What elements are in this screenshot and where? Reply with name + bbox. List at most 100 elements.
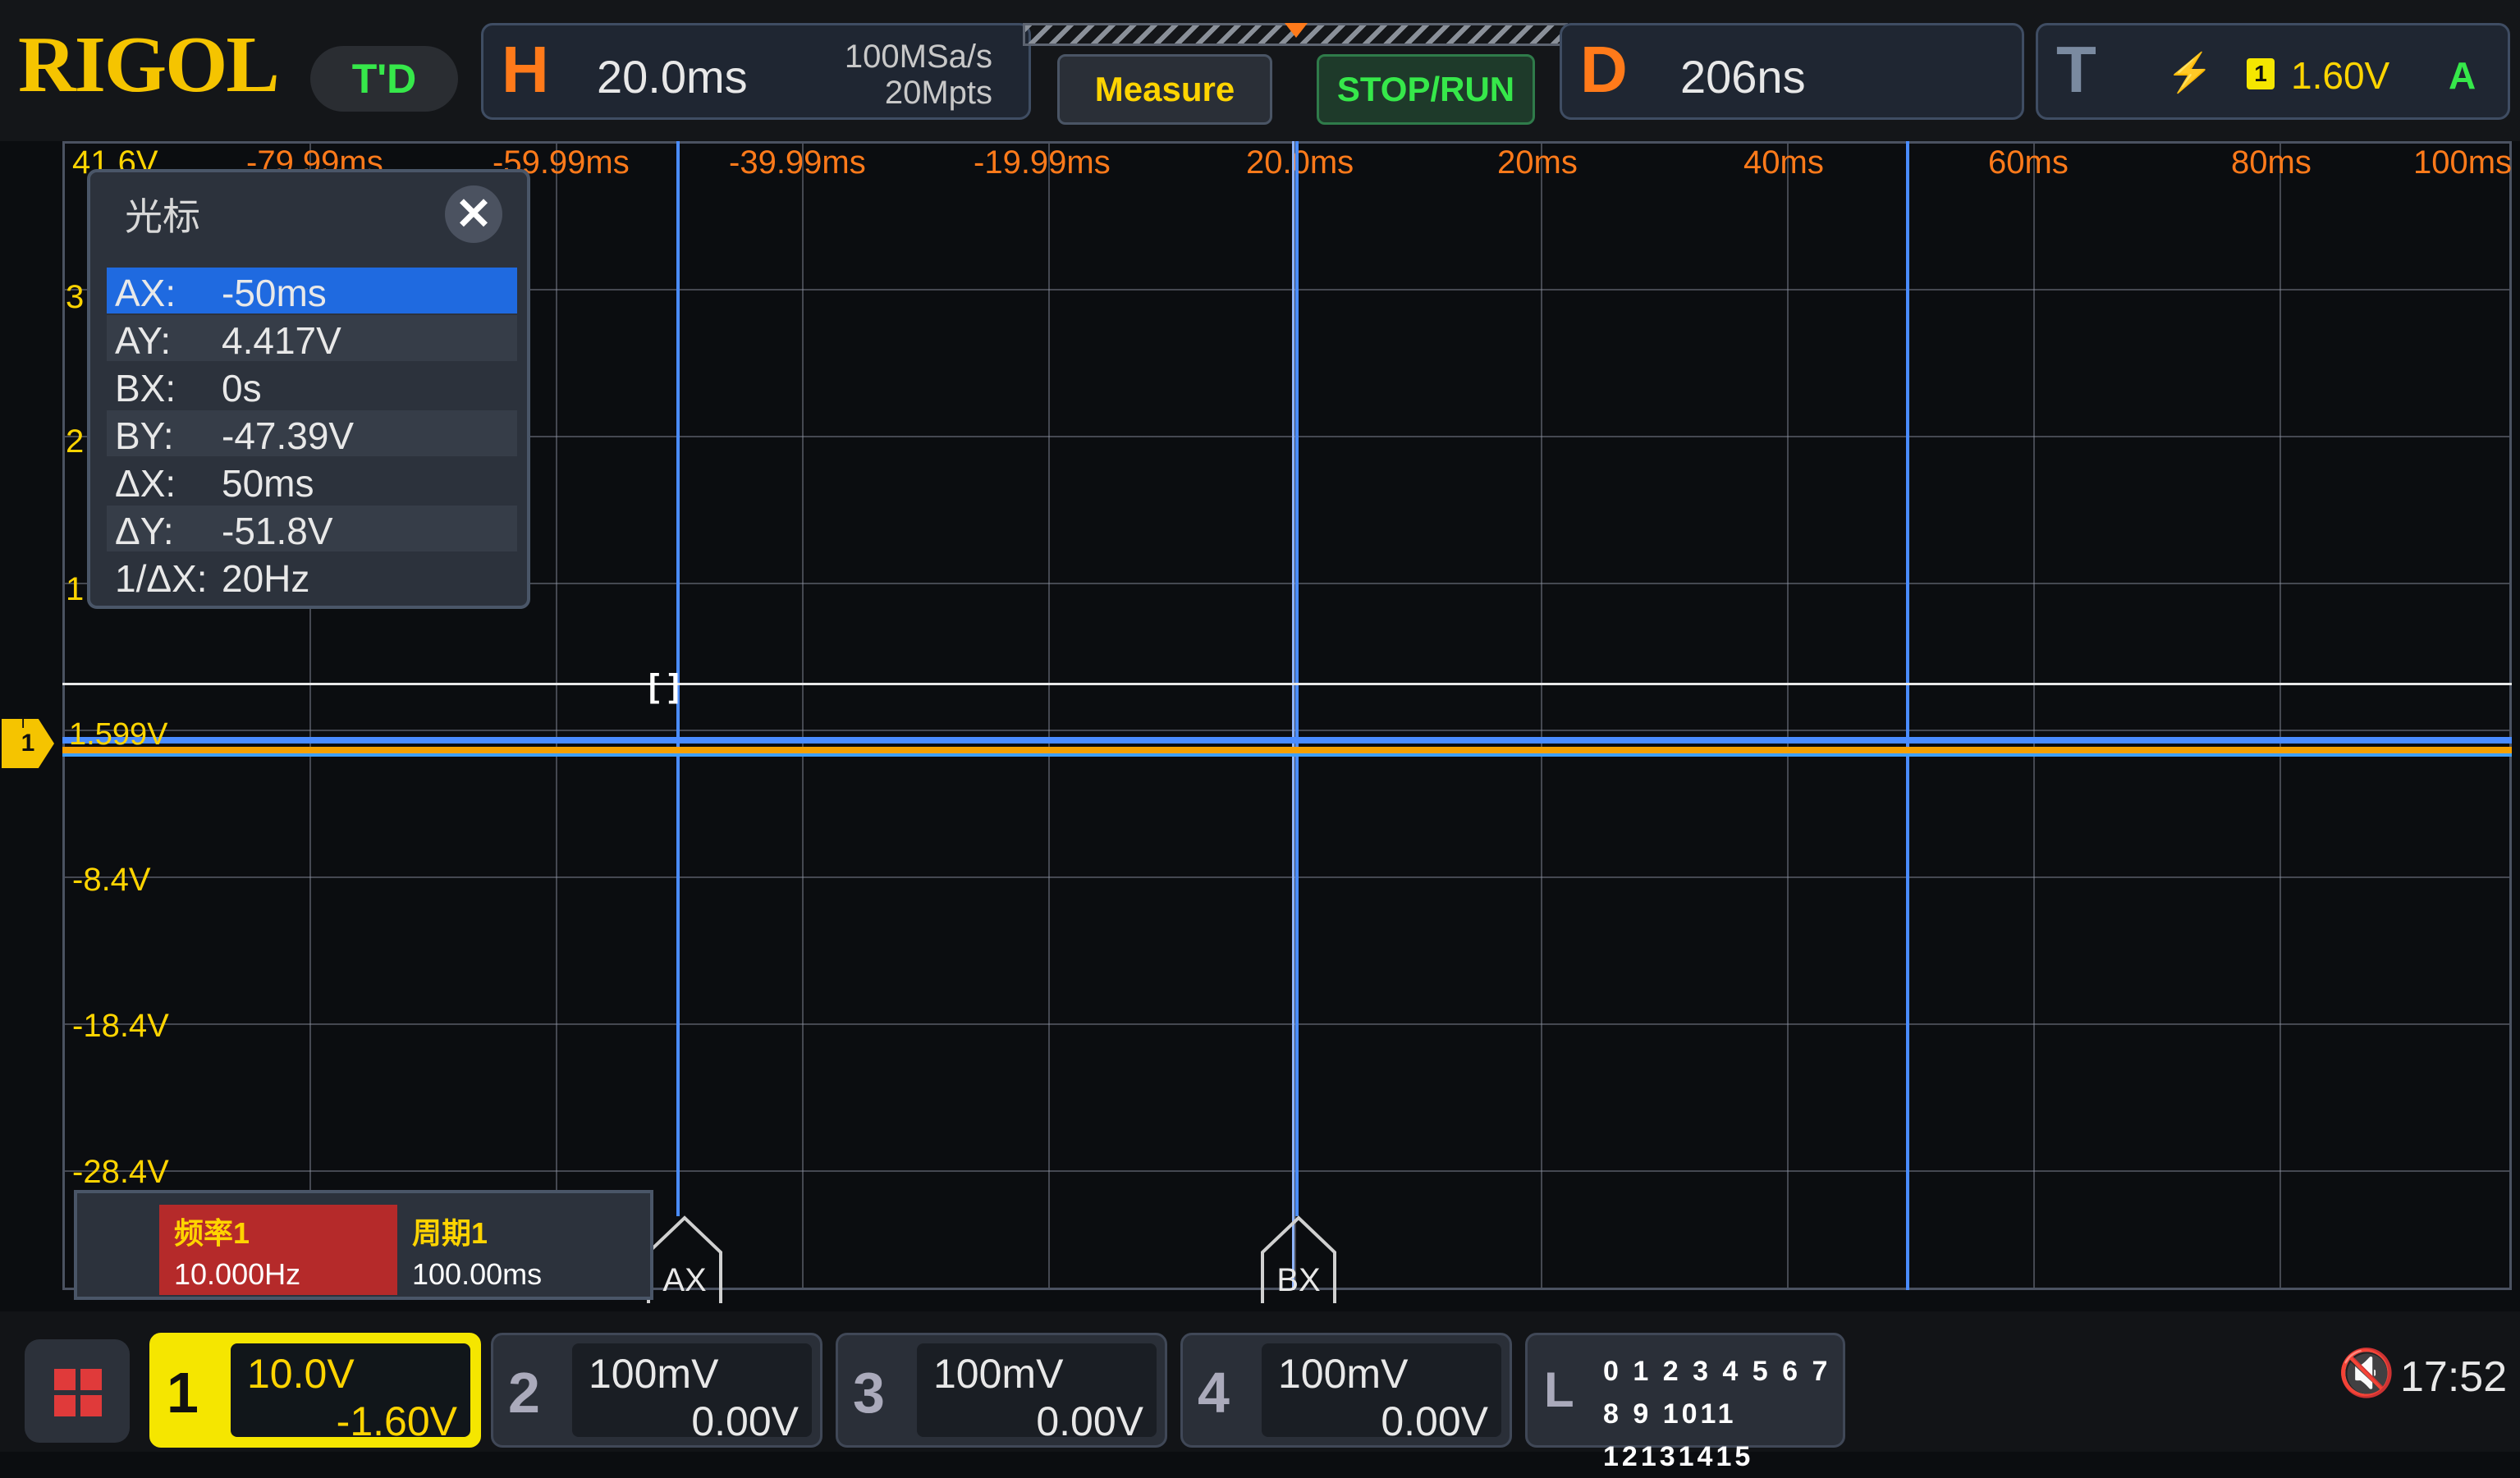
volt-axis-label: 2 [66,423,85,460]
trigger-source-badge: 1 [2247,58,2275,89]
channel1-trace [62,737,2512,744]
channel-scale: 100mV [589,1351,719,1397]
cursor-row-ax[interactable]: AX: -50ms [107,268,517,314]
volt-axis-label: 1 [66,571,85,607]
channel-offset: 0.00V [691,1398,799,1444]
timebase-mode-button[interactable]: T'D [310,46,458,112]
channel-offset: 0.00V [1381,1398,1488,1444]
app-grid-icon [54,1395,76,1416]
speaker-mute-icon[interactable]: 🔇 [2338,1346,2395,1400]
measurement-value: 10.000Hz [174,1257,301,1291]
brand-logo: RIGOL [18,21,280,109]
cursor-a-tag[interactable]: AX [645,1215,724,1305]
channel2-panel[interactable]: 2 100mV 0.00V [491,1333,822,1448]
cursor-row-key: BX: [115,367,176,410]
memory-depth: 20Mpts [884,75,992,111]
cursor-row-ay[interactable]: AY: 4.417V [107,315,517,362]
channel1-level-label: 1.599V [69,717,168,752]
horizontal-panel[interactable]: H 20.0ms 100MSa/s 20Mpts [481,23,1031,120]
cursor-dialog-title: 光标 [125,195,200,238]
time-axis-label: -39.99ms [729,144,866,181]
measure-button[interactable]: Measure [1057,54,1272,125]
trigger-time-line [1292,141,1294,1290]
measurement-frequency[interactable]: 频率1 10.000Hz [159,1205,397,1295]
channel-number: 1 [167,1361,199,1425]
delay-panel[interactable]: D 206ns [1560,23,2024,120]
measurement-panel[interactable]: 频率1 10.000Hz 周期1 100.00ms [74,1190,653,1300]
cursor-row-inv-dx[interactable]: 1/ΔX: 20Hz [107,553,517,600]
cursor-row-dy[interactable]: ΔY: -51.8V [107,506,517,552]
logic-label: L [1544,1362,1574,1417]
channel1-trace-glow [62,747,2512,753]
channel-scale: 100mV [1278,1351,1409,1397]
channel-number: 2 [508,1361,540,1425]
time-axis-label: 40ms [1743,144,1824,181]
sample-rate: 100MSa/s [844,39,992,75]
logic-bits-row1: 0 1 2 3 4 5 6 7 [1603,1356,1831,1387]
cursor-row-value: 20Hz [222,557,310,600]
channel4-panel[interactable]: 4 100mV 0.00V [1180,1333,1512,1448]
channel-settings: 100mV 0.00V [917,1343,1157,1444]
trigger-letter: T [2056,33,2096,106]
channel-offset: 0.00V [1036,1398,1143,1444]
trigger-position-marker-icon [1285,23,1308,38]
stop-run-button[interactable]: STOP/RUN [1317,54,1535,125]
cursor-row-key: AX: [115,272,176,314]
horizontal-letter: H [502,33,549,106]
channel-scale: 10.0V [247,1351,355,1397]
cursor-a-label: AX [662,1262,707,1298]
cursor-row-key: ΔX: [115,462,176,505]
measurement-period[interactable]: 周期1 100.00ms [397,1205,635,1295]
volt-axis-label: 3 [66,279,85,315]
channel1-panel[interactable]: 1 10.0V -1.60V [149,1333,481,1448]
time-axis-label: 100ms [2413,144,2513,181]
logic-analyzer-panel[interactable]: L 0 1 2 3 4 5 6 7 8 9 1011 12131415 [1525,1333,1845,1472]
cursor-row-value: -51.8V [222,510,333,552]
cursor-row-key: BY: [115,414,174,457]
volt-axis-label: -28.4V [72,1154,169,1190]
trigger-level: 1.60V [2291,54,2390,97]
delay-letter: D [1580,33,1628,106]
close-icon[interactable]: ✕ [445,185,502,243]
cursor-b-label: BX [1276,1262,1321,1298]
measurement-name: 周期1 [412,1216,488,1250]
app-menu-button[interactable] [25,1339,130,1443]
cursor-row-value: -50ms [222,272,327,314]
timebase-value: 20.0ms [597,51,748,103]
cursor-b-line[interactable] [1295,141,1299,1216]
channel3-panel[interactable]: 3 100mV 0.00V [836,1333,1167,1448]
volt-axis-label: -8.4V [72,862,151,898]
cursor-horizontal-line[interactable] [62,683,2512,685]
app-grid-icon [80,1395,102,1416]
cursor-right-line[interactable] [1906,141,1909,1290]
channel-settings: 100mV 0.00V [1262,1343,1501,1444]
trigger-panel[interactable]: T ⚡ 1 1.60V A [2036,23,2510,120]
measurement-value: 100.00ms [412,1257,543,1291]
cursor-bracket: [ ] [648,668,680,704]
cursor-row-value: -47.39V [222,414,355,457]
time-axis-label: -19.99ms [974,144,1111,181]
channel-scale: 100mV [933,1351,1064,1397]
channel-offset: -1.60V [336,1398,457,1444]
channel1-trace-edge [62,753,2512,757]
time-axis-label: 20ms [1497,144,1578,181]
channel-settings: 10.0V -1.60V [231,1343,470,1444]
cursor-row-dx[interactable]: ΔX: 50ms [107,458,517,505]
clock: 17:52 [2400,1353,2508,1401]
cursor-row-bx[interactable]: BX: 0s [107,363,517,410]
trigger-mode: A [2449,54,2476,97]
time-axis-label: 60ms [1988,144,2069,181]
logic-bits-row2: 8 9 1011 12131415 [1603,1398,1754,1472]
cursor-row-value: 4.417V [222,319,341,362]
cursor-b-tag[interactable]: BX [1259,1215,1338,1305]
cursor-row-key: ΔY: [115,510,174,552]
cursor-row-value: 50ms [222,462,314,505]
delay-value: 206ns [1680,51,1806,103]
cursor-row-by[interactable]: BY: -47.39V [107,410,517,457]
app-grid-icon [54,1369,76,1390]
cursor-dialog: 光标 ✕ AX: -50ms AY: 4.417V BX: 0s BY: -47… [87,169,530,609]
rising-edge-icon: ⚡ [2166,51,2214,94]
volt-axis-label: -18.4V [72,1008,169,1044]
time-axis-label: 20.0ms [1246,144,1354,181]
channel-number: 4 [1198,1361,1230,1425]
